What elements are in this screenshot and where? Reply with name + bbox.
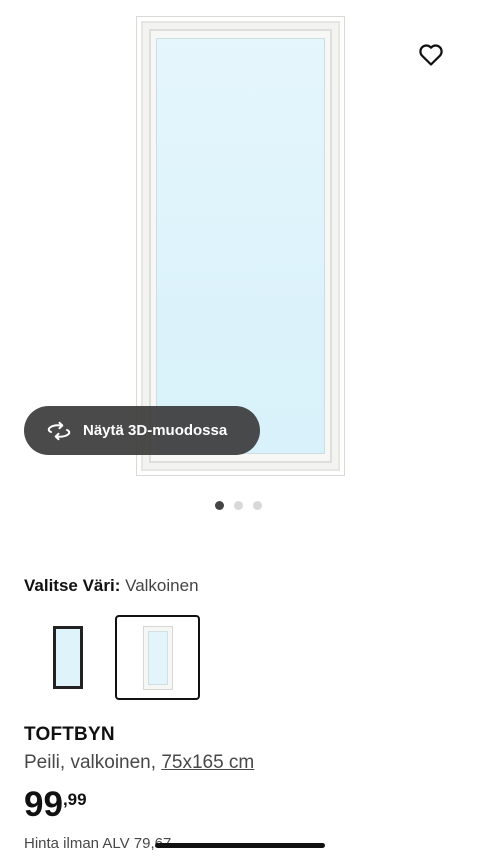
color-swatch-white[interactable] (115, 615, 200, 700)
mirror-glass (156, 38, 325, 454)
product-name: TOFTBYN (24, 724, 115, 745)
color-swatch-black[interactable] (25, 615, 110, 700)
price-decimals: 99 (67, 790, 87, 809)
product-price: 99 , 99 (24, 785, 87, 825)
color-select-label: Valitse Väri: (24, 576, 121, 595)
price-integer: 99 (24, 785, 63, 824)
carousel-dot[interactable] (253, 501, 262, 510)
product-page: Näytä 3D-muodossa Valitse Väri: Valkoine… (0, 0, 480, 858)
home-indicator[interactable] (155, 843, 325, 848)
swatch-thumbnail (52, 626, 83, 689)
view-3d-button[interactable]: Näytä 3D-muodossa (24, 406, 260, 455)
price-without-vat: Hinta ilman ALV 79,67 (24, 835, 172, 852)
wishlist-button[interactable] (412, 36, 450, 74)
carousel-dot[interactable] (215, 501, 224, 510)
product-size-link[interactable]: 75x165 cm (161, 752, 254, 773)
heart-icon (419, 44, 443, 66)
view-3d-label: Näytä 3D-muodossa (83, 422, 228, 439)
product-description: Peili, valkoinen, 75x165 cm (24, 752, 254, 774)
carousel-dots (215, 501, 262, 510)
color-select-heading: Valitse Väri: Valkoinen (24, 576, 199, 596)
swatch-thumbnail (142, 625, 173, 690)
carousel-dot[interactable] (234, 501, 243, 510)
rotate-3d-icon (46, 421, 72, 441)
color-select-value: Valkoinen (125, 576, 199, 595)
product-type: Peili, valkoinen, (24, 752, 157, 773)
